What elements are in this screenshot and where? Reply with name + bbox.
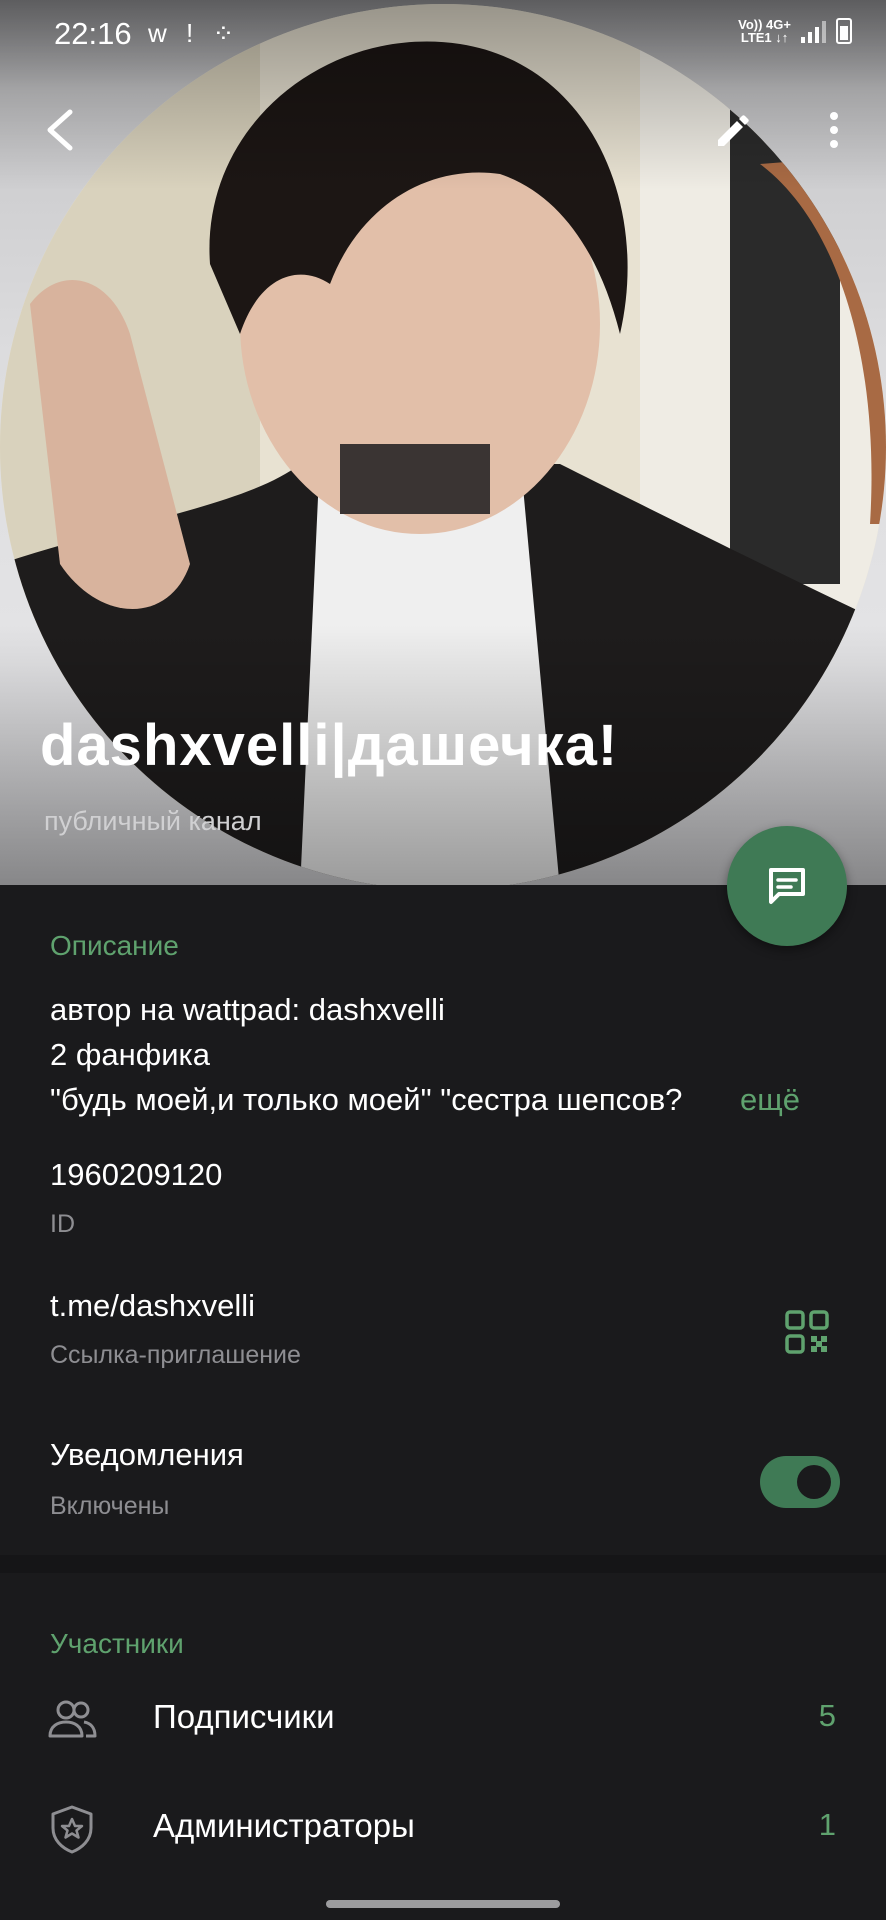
notifications-title[interactable]: Уведомления [50,1437,244,1473]
channel-subtitle: публичный канал [44,806,262,836]
description-line-2: 2 фанфика [50,1037,211,1072]
notification-icons: w ! ⁘ [148,18,241,48]
members-label: Участники [50,1628,184,1659]
toggle-knob [797,1465,831,1499]
status-time: 22:16 [54,16,132,51]
description-more-link[interactable]: ещё [700,1082,800,1118]
home-indicator[interactable] [326,1900,560,1908]
status-right-icons: Vo)) 4G+ LTE1 ↓↑ [738,18,852,44]
invite-link-label: Ссылка-приглашение [50,1341,301,1369]
qr-code-icon [785,1310,829,1354]
invite-link-value[interactable]: t.me/dashxvelli [50,1288,255,1324]
notifications-status: Включены [50,1492,170,1520]
shield-star-icon [51,1805,93,1854]
network-bottom-text: LTE1 ↓↑ [740,30,789,45]
admins-count: 1 [818,1807,836,1842]
description-line-1: автор на wattpad: dashxvelli [50,992,445,1027]
pencil-icon [718,115,749,146]
profile-header: 22:16 w ! ⁘ Vo)) 4G+ LTE1 ↓↑ dashxvelli|… [0,0,886,885]
back-arrow-icon [47,109,73,151]
notifications-toggle[interactable] [760,1456,840,1508]
signal-icon [801,19,826,43]
open-chat-button[interactable] [727,826,847,946]
section-divider [0,1555,886,1573]
network-indicator: Vo)) 4G+ LTE1 ↓↑ [738,18,791,44]
description-label: Описание [50,930,179,961]
subscribers-label: Подписчики [153,1698,335,1735]
channel-id-value[interactable]: 1960209120 [50,1157,222,1193]
admins-row[interactable]: Администраторы 1 [0,1781,886,1881]
channel-title: dashxvelli|дашечка! [40,713,619,778]
channel-id-label: ID [50,1210,75,1238]
back-button[interactable] [32,100,92,160]
status-bar: 22:16 w ! ⁘ Vo)) 4G+ LTE1 ↓↑ [0,0,886,70]
edit-button[interactable] [702,100,762,160]
message-icon [769,868,805,904]
description-line-3: "будь моей,и только моей" "сестра шепсов… [50,1082,683,1117]
subscribers-count: 5 [818,1698,836,1733]
battery-icon [836,18,852,44]
subscribers-row[interactable]: Подписчики 5 [0,1672,886,1772]
admins-label: Администраторы [153,1807,415,1844]
more-button[interactable] [804,100,864,160]
more-vertical-icon [830,112,838,148]
qr-code-button[interactable] [785,1310,829,1354]
users-icon [48,1700,97,1738]
